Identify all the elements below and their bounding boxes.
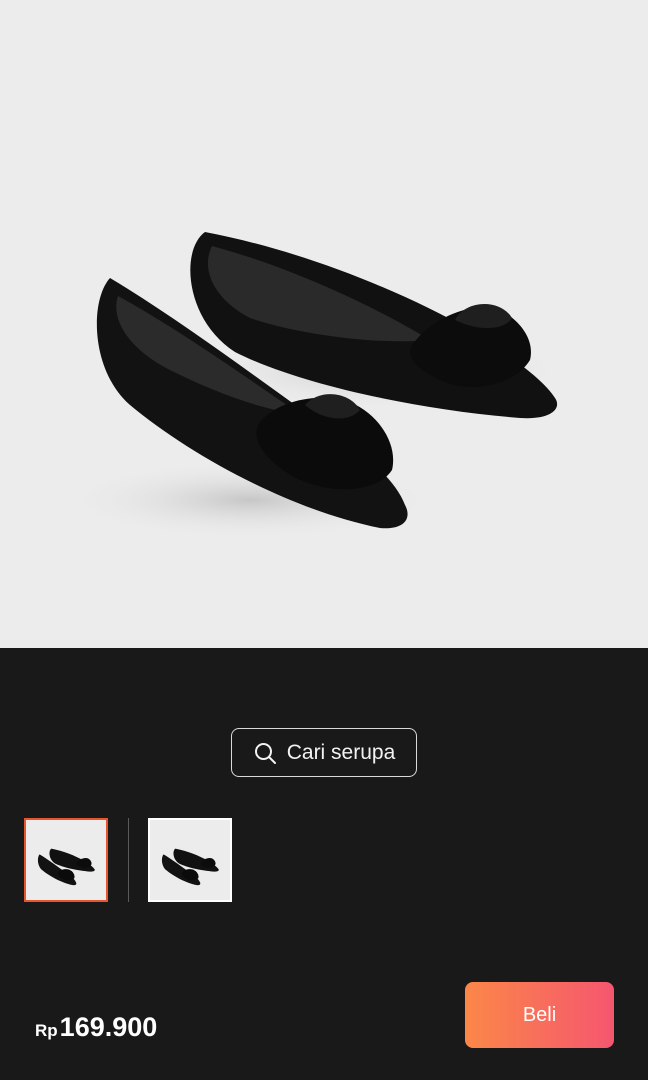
product-image[interactable] (0, 0, 648, 648)
price-currency: Rp (35, 1021, 58, 1040)
buy-button[interactable]: Beli (465, 982, 614, 1048)
shoes-thumbnail-image (161, 848, 219, 886)
search-similar-label: Cari serupa (286, 740, 396, 764)
shoes-thumbnail-image (37, 848, 95, 886)
thumbnail-divider (128, 818, 129, 902)
shoes-illustration (60, 232, 570, 540)
search-icon (254, 742, 276, 764)
price-amount: 169.900 (59, 1012, 158, 1042)
price: Rp 169.900 (35, 1012, 157, 1043)
thumbnail-2[interactable] (148, 818, 232, 902)
search-similar-button[interactable]: Cari serupa (231, 728, 417, 777)
thumbnail-1[interactable] (24, 818, 108, 902)
